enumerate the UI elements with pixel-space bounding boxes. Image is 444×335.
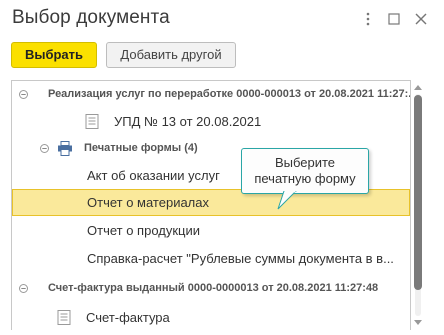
vertical-scrollbar[interactable] (411, 80, 425, 330)
list-item-label: Печатные формы (4) (84, 142, 198, 154)
list-item-upd[interactable]: УПД № 13 от 20.08.2021 (12, 108, 410, 135)
list-item-invoice[interactable]: Счет-фактура (12, 304, 410, 330)
scroll-down-icon[interactable] (413, 319, 423, 327)
hint-tooltip: Выберите печатную форму (241, 148, 369, 194)
title-bar: Выбор документа (0, 0, 444, 38)
list-item-products-report[interactable]: Отчет о продукции (12, 217, 410, 244)
list-group-invoice[interactable]: Счет-фактура выданный 0000-0000013 от 20… (12, 275, 410, 302)
tooltip-line-1: Выберите (274, 155, 336, 170)
list-group-realization[interactable]: Реализация услуг по переработке 0000-000… (12, 81, 410, 108)
list-item-calc-note[interactable]: Справка-расчет "Рублевые суммы документа… (12, 245, 410, 272)
collapse-toggle-icon[interactable] (19, 90, 28, 99)
tooltip-tail (277, 191, 297, 210)
add-other-button[interactable]: Добавить другой (106, 42, 236, 68)
list-item-label: УПД № 13 от 20.08.2021 (114, 114, 262, 129)
printer-icon (58, 141, 72, 156)
tooltip-line-2: печатную форму (254, 171, 356, 186)
list-item-label: Счет-фактура (86, 310, 170, 325)
collapse-toggle-icon[interactable] (40, 144, 49, 153)
document-icon (57, 310, 71, 325)
window-title: Выбор документа (12, 7, 170, 28)
document-icon (85, 114, 99, 129)
scroll-thumb[interactable] (414, 95, 422, 290)
list-item-label: Реализация услуг по переработке 0000-000… (48, 88, 410, 100)
close-icon[interactable] (410, 8, 432, 30)
toolbar: Выбрать Добавить другой (0, 40, 444, 72)
list-item-label: Счет-фактура выданный 0000-0000013 от 20… (48, 282, 379, 294)
maximize-icon[interactable] (383, 8, 405, 30)
list-item-label: Акт об оказании услуг (87, 168, 220, 183)
list-item-label: Отчет о материалах (87, 195, 210, 210)
list-item-label: Отчет о продукции (87, 223, 201, 238)
more-vert-icon[interactable] (357, 8, 379, 30)
collapse-toggle-icon[interactable] (19, 284, 28, 293)
scroll-up-icon[interactable] (413, 83, 423, 91)
select-button[interactable]: Выбрать (11, 42, 97, 68)
list-item-label: Справка-расчет "Рублевые суммы документа… (87, 251, 394, 266)
document-list: Реализация услуг по переработке 0000-000… (11, 80, 411, 330)
